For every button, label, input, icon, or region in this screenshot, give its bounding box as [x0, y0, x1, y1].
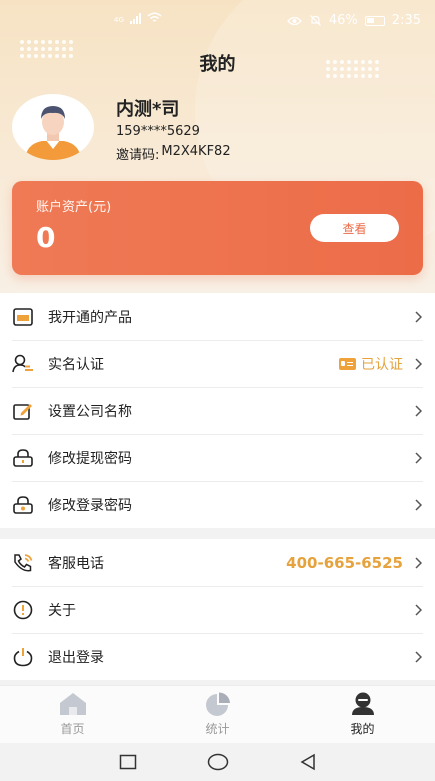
- invite-code-value: M2X4KF82: [161, 144, 231, 159]
- menu-label: 实名认证: [48, 356, 104, 373]
- menu-item-change-login-password[interactable]: 修改登录密码: [0, 481, 435, 528]
- chevron-right-icon: [413, 310, 423, 323]
- user-name: 内测*司: [116, 99, 180, 120]
- chevron-right-icon: [413, 357, 423, 370]
- tab-profile[interactable]: 我的: [290, 686, 435, 743]
- chevron-right-icon: [413, 451, 423, 464]
- status-bar: 4G 46% 2:35: [0, 0, 435, 40]
- asset-value: 0: [36, 221, 56, 254]
- menu-item-real-name-verification[interactable]: 实名认证 已认证: [0, 340, 435, 387]
- lock-icon: [12, 447, 34, 469]
- menu-label: 设置公司名称: [48, 403, 132, 420]
- tab-label: 我的: [350, 722, 375, 736]
- wifi-icon: [147, 12, 162, 22]
- status-right: 46% 2:35: [287, 13, 421, 28]
- tab-label: 首页: [60, 722, 85, 736]
- account-assets-card: 账户资产(元) 0 查看: [12, 181, 423, 275]
- invite-code-row: 邀请码: M2X4KF82: [116, 144, 231, 163]
- chevron-right-icon: [413, 603, 423, 616]
- tab-home[interactable]: 首页: [0, 686, 145, 743]
- avatar[interactable]: [12, 94, 94, 160]
- edit-icon: [12, 400, 34, 422]
- invite-code-label: 邀请码:: [116, 148, 160, 163]
- id-card-icon: [339, 357, 356, 370]
- pie-chart-icon: [205, 692, 230, 716]
- eye-icon: [287, 16, 302, 25]
- signal-indicator: 4G: [114, 12, 162, 24]
- bottom-tab-bar: 首页 统计 我的: [0, 685, 435, 743]
- menu-group-account: 我开通的产品 实名认证 已认证 设置公司名称 修改提现密码 修改登录密码: [0, 293, 435, 528]
- battery-icon: [364, 15, 385, 26]
- menu-item-customer-service-phone[interactable]: 客服电话 400-665-6525: [0, 539, 435, 586]
- menu-label: 我开通的产品: [48, 309, 132, 326]
- chevron-right-icon: [413, 498, 423, 511]
- back-icon[interactable]: [299, 753, 317, 771]
- phone-icon: [12, 552, 34, 574]
- menu-label: 修改提现密码: [48, 450, 132, 467]
- menu-label: 退出登录: [48, 649, 104, 666]
- mute-bell-icon: [309, 15, 321, 26]
- hotline-number[interactable]: 400-665-6525: [286, 554, 403, 572]
- power-icon: [12, 646, 34, 668]
- menu-item-change-withdrawal-password[interactable]: 修改提现密码: [0, 434, 435, 481]
- network-type: 4G: [114, 16, 124, 24]
- chevron-right-icon: [413, 404, 423, 417]
- user-avatar-icon: [25, 106, 81, 160]
- asset-label: 账户资产(元): [36, 200, 112, 215]
- menu-label: 客服电话: [48, 555, 104, 572]
- lock-icon: [12, 494, 34, 516]
- clock: 2:35: [391, 13, 421, 28]
- menu-item-logout[interactable]: 退出登录: [0, 633, 435, 680]
- tab-label: 统计: [205, 722, 230, 736]
- verify-user-icon: [12, 353, 34, 375]
- product-icon: [12, 306, 34, 328]
- chevron-right-icon: [413, 556, 423, 569]
- system-navigation-bar: [0, 743, 435, 781]
- menu-item-about[interactable]: 关于: [0, 586, 435, 633]
- view-assets-button[interactable]: 查看: [310, 214, 399, 242]
- recent-apps-icon[interactable]: [119, 754, 137, 770]
- profile-icon: [351, 692, 374, 715]
- page-title: 我的: [199, 54, 236, 75]
- battery-percent: 46%: [328, 13, 358, 28]
- verified-status-badge: 已认证: [339, 354, 403, 374]
- info-icon: [12, 599, 34, 621]
- menu-item-set-company-name[interactable]: 设置公司名称: [0, 387, 435, 434]
- user-phone: 159****5629: [116, 124, 200, 139]
- tab-statistics[interactable]: 统计: [145, 686, 290, 743]
- menu-label: 修改登录密码: [48, 497, 132, 514]
- menu-group-support: 客服电话 400-665-6525 关于 退出登录: [0, 539, 435, 680]
- menu-item-my-products[interactable]: 我开通的产品: [0, 293, 435, 340]
- chevron-right-icon: [413, 650, 423, 663]
- menu-label: 关于: [48, 602, 76, 619]
- signal-bars-icon: [129, 12, 141, 24]
- home-icon: [59, 693, 86, 715]
- home-button-icon[interactable]: [207, 753, 229, 771]
- verified-status-text: 已认证: [361, 356, 403, 373]
